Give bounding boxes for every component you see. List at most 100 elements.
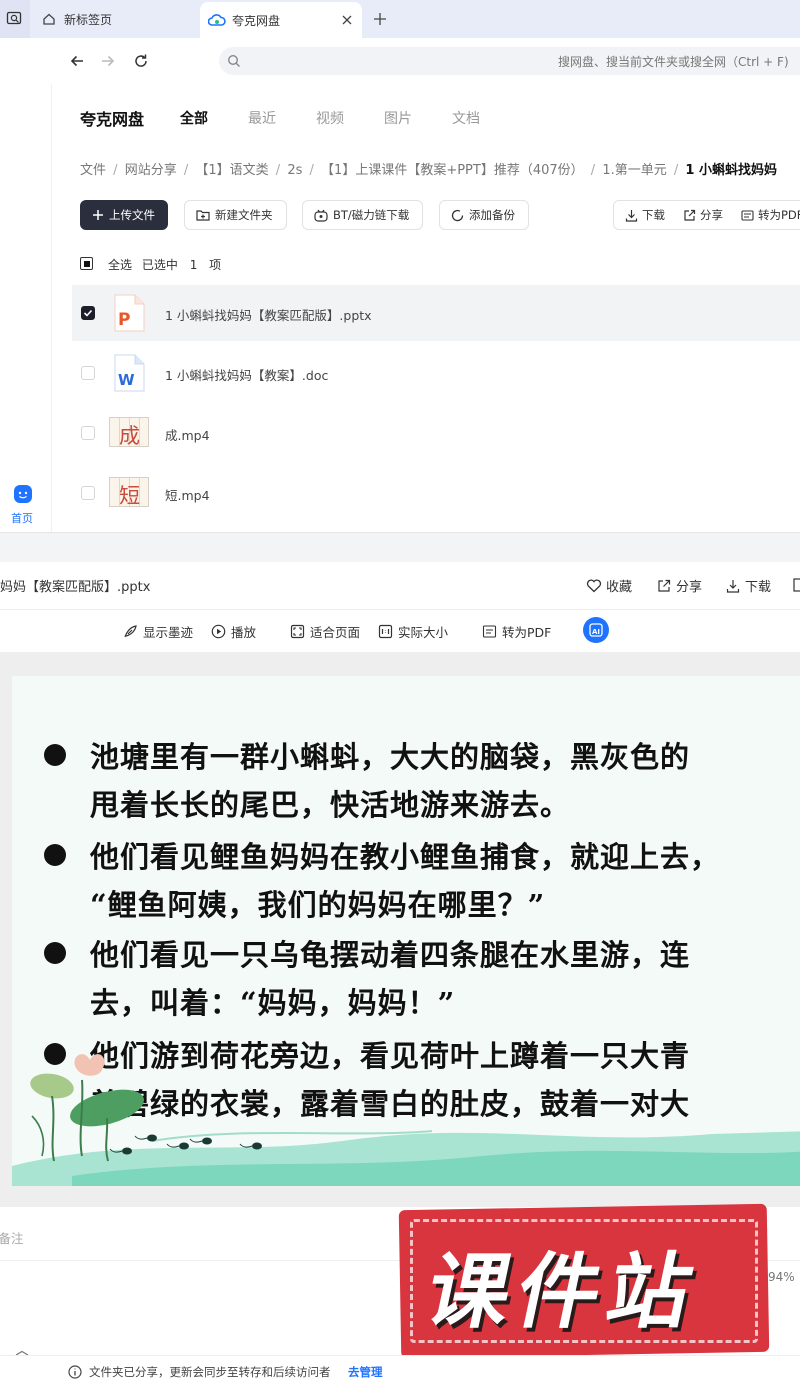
info-icon xyxy=(68,1365,82,1379)
row-checkbox[interactable] xyxy=(81,366,95,380)
file-row[interactable]: 成 成.mp4 xyxy=(72,405,800,461)
breadcrumb-current: 1 小蝌蚪找妈妈 xyxy=(685,163,777,178)
select-all-label[interactable]: 全选 xyxy=(108,258,132,272)
row-checkbox[interactable] xyxy=(81,426,95,440)
browser-toolbar: 搜网盘、搜当前文件夹或搜全网（Ctrl + F) xyxy=(0,38,800,84)
preview-download-button[interactable]: 下载 xyxy=(726,576,771,595)
drive-brand: 夸克网盘 xyxy=(80,110,145,129)
folder-plus-icon xyxy=(196,210,210,221)
download-label: 下载 xyxy=(642,208,665,222)
upload-button[interactable]: 上传文件 xyxy=(80,200,168,230)
download-button[interactable]: 下载 xyxy=(614,207,665,223)
show-ink-label: 显示墨迹 xyxy=(143,625,194,640)
tab-search-icon xyxy=(6,11,22,25)
convert-pdf-tool-label: 转为PDF xyxy=(502,625,552,640)
actual-size-icon xyxy=(378,624,393,639)
show-ink-button[interactable]: 显示墨迹 xyxy=(123,622,193,641)
new-folder-button[interactable]: 新建文件夹 xyxy=(184,200,287,230)
row-checkbox[interactable] xyxy=(81,306,95,320)
preview-share-button[interactable]: 分享 xyxy=(657,576,702,595)
tab-recent[interactable]: 最近 xyxy=(248,108,276,128)
thumb-char: 成 xyxy=(119,424,140,447)
tab-label: 新标签页 xyxy=(64,12,113,27)
tab-document[interactable]: 文档 xyxy=(452,108,480,128)
actual-size-button[interactable]: 实际大小 xyxy=(378,622,448,641)
play-label: 播放 xyxy=(231,625,257,640)
row-checkbox[interactable] xyxy=(81,486,95,500)
breadcrumb-item[interactable]: 2s xyxy=(287,163,302,178)
breadcrumb-item[interactable]: 【1】语文类 xyxy=(195,163,268,178)
tab-new-tab[interactable]: 新标签页 xyxy=(34,0,194,38)
tab-video[interactable]: 视频 xyxy=(316,108,344,128)
slide-line: 去，叫着：“妈妈，妈妈！” xyxy=(90,986,456,1020)
tab-image[interactable]: 图片 xyxy=(384,108,412,128)
svg-text:AI: AI xyxy=(592,628,600,636)
share-icon xyxy=(658,579,671,592)
share-button[interactable]: 分享 xyxy=(665,207,723,223)
file-name[interactable]: 成.mp4 xyxy=(165,425,210,444)
breadcrumb-item[interactable]: 文件 xyxy=(80,163,106,178)
file-row[interactable]: P 1 小蝌蚪找妈妈【教案匹配版】.pptx xyxy=(72,285,800,341)
video-thumbnail: 成 xyxy=(109,417,149,447)
slide-line: 池塘里有一群小蝌蚪，大大的脑袋，黑灰色的 xyxy=(90,740,691,774)
forward-arrow-icon[interactable] xyxy=(100,53,116,69)
convert-pdf-label: 转为PDF xyxy=(758,208,800,222)
manage-link[interactable]: 去管理 xyxy=(348,1364,383,1380)
bt-download-button[interactable]: BT/磁力链下载 xyxy=(302,200,423,230)
ai-assistant-icon[interactable]: AI xyxy=(583,617,609,643)
preview-share-label: 分享 xyxy=(676,580,703,595)
tab-all[interactable]: 全部 xyxy=(180,108,208,128)
file-row[interactable]: W 1 小蝌蚪找妈妈【教案】.doc xyxy=(72,345,800,401)
share-label: 分享 xyxy=(700,208,723,222)
selected-label: 已选中 xyxy=(141,258,178,272)
watermark-badge: 课件站 xyxy=(398,1203,770,1359)
play-button[interactable]: 播放 xyxy=(211,622,256,641)
bullet-dot xyxy=(44,942,66,964)
share-icon xyxy=(684,209,696,221)
pond-illustration xyxy=(12,1054,800,1186)
slide: 池塘里有一群小蝌蚪，大大的脑袋，黑灰色的 甩着长长的尾巴，快活地游来游去。 他们… xyxy=(12,676,800,1186)
slide-line: 甩着长长的尾巴，快活地游来游去。 xyxy=(90,788,571,822)
convert-pdf-tool[interactable]: 转为PDF xyxy=(482,622,551,641)
refresh-icon[interactable] xyxy=(133,53,149,69)
share-notice-bar: 文件夹已分享，更新会同步至转存和后续访问者 去管理 xyxy=(0,1355,800,1390)
breadcrumb-item[interactable]: 网站分享 xyxy=(125,163,177,178)
home-icon xyxy=(43,13,55,25)
convert-pdf-button[interactable]: 转为PDF xyxy=(723,207,800,223)
zoom-level[interactable]: 94% xyxy=(768,1270,795,1284)
back-arrow-icon[interactable] xyxy=(69,53,85,69)
file-name[interactable]: 短.mp4 xyxy=(165,485,210,504)
rail-home-label: 首页 xyxy=(11,512,33,525)
svg-text:P: P xyxy=(118,310,130,330)
address-bar[interactable]: 搜网盘、搜当前文件夹或搜全网（Ctrl + F) xyxy=(219,47,800,75)
tab-search-button[interactable] xyxy=(0,0,30,38)
video-thumbnail: 短 xyxy=(109,477,149,507)
search-icon xyxy=(227,54,240,67)
breadcrumb-item[interactable]: 【1】上课课件【教案+PPT】推荐（407份） xyxy=(321,163,584,178)
cloud-icon xyxy=(208,14,226,26)
fit-page-button[interactable]: 适合页面 xyxy=(290,622,360,641)
new-folder-label: 新建文件夹 xyxy=(215,208,273,222)
add-backup-button[interactable]: 添加备份 xyxy=(439,200,529,230)
more-icon[interactable] xyxy=(792,577,800,593)
bt-download-label: BT/磁力链下载 xyxy=(333,208,410,222)
download-icon xyxy=(625,209,638,222)
file-row[interactable]: 短 短.mp4 xyxy=(72,465,800,521)
selected-count: 1 xyxy=(189,258,198,272)
rail-home-button[interactable]: 首页 xyxy=(8,482,44,526)
tab-quark-drive[interactable]: 夸克网盘 xyxy=(200,2,362,38)
file-name[interactable]: 1 小蝌蚪找妈妈【教案匹配版】.pptx xyxy=(165,305,372,324)
close-icon[interactable] xyxy=(342,15,352,25)
favorite-button[interactable]: 收藏 xyxy=(586,576,632,595)
plus-icon[interactable] xyxy=(373,12,387,26)
breadcrumb: 文件 / 网站分享 / 【1】语文类 / 2s / 【1】上课课件【教案+PPT… xyxy=(80,163,777,178)
file-name[interactable]: 1 小蝌蚪找妈妈【教案】.doc xyxy=(165,365,328,384)
breadcrumb-item[interactable]: 1.第一单元 xyxy=(602,163,666,178)
selection-summary: 全选 已选中 1 项 xyxy=(108,256,221,273)
preview-header: 妈妈【教案匹配版】.pptx 收藏 分享 下载 xyxy=(0,562,800,610)
actual-size-label: 实际大小 xyxy=(398,625,449,640)
slide-stage: 池塘里有一群小蝌蚪，大大的脑袋，黑灰色的 甩着长长的尾巴，快活地游来游去。 他们… xyxy=(0,652,800,1207)
browser-tab-bar: 新标签页 夸克网盘 xyxy=(0,0,800,38)
select-all-checkbox[interactable] xyxy=(80,257,93,270)
preview-download-label: 下载 xyxy=(745,580,772,595)
